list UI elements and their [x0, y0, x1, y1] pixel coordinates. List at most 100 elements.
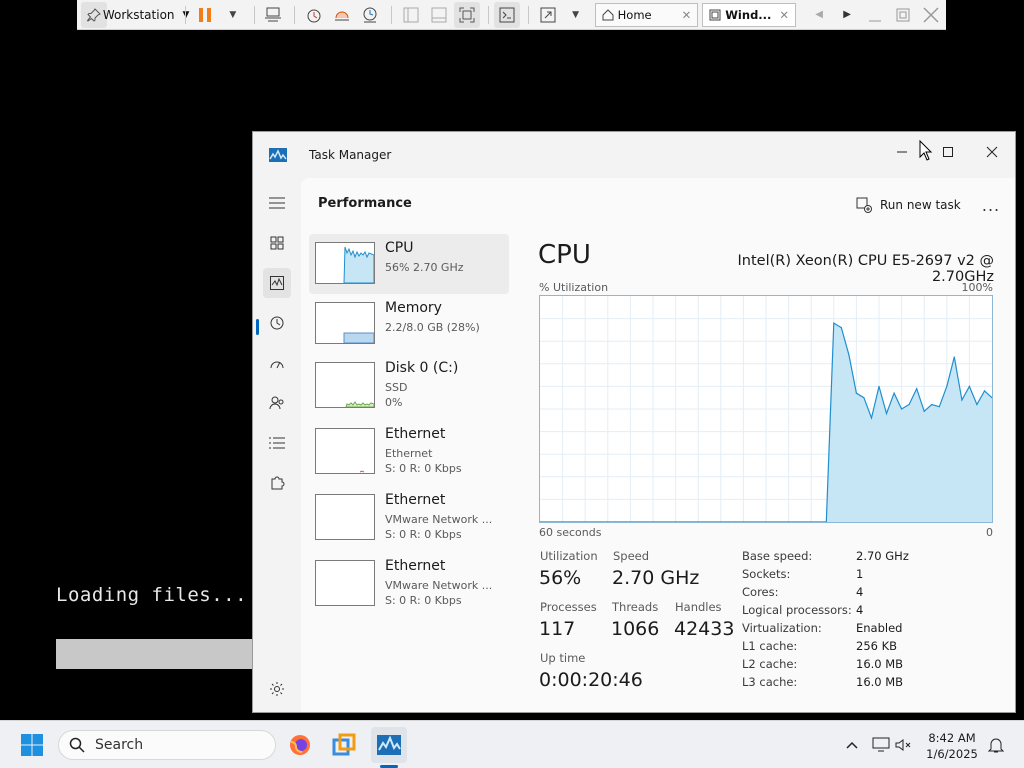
show-hidden-icons-button[interactable]: [834, 727, 870, 763]
details-list-icon: [269, 437, 285, 449]
restore-vmware-icon[interactable]: [890, 2, 916, 28]
tab-scroll-right-icon[interactable]: ▶: [834, 2, 860, 28]
detail-label: L3 cache:: [742, 675, 798, 689]
workstation-label: Workstation: [102, 7, 175, 22]
minimize-icon: [897, 151, 907, 153]
send-ctrl-alt-del-button[interactable]: [260, 2, 286, 28]
hamburger-menu-button[interactable]: [263, 188, 291, 218]
cpu-thumbnail-graph: [315, 242, 375, 284]
mouse-cursor-icon: [919, 140, 933, 161]
search-placeholder: Search: [95, 737, 144, 753]
full-screen-button[interactable]: [535, 2, 561, 28]
clock-time: 8:42 AM: [928, 731, 976, 745]
cpu-data-point: [863, 397, 865, 399]
taskbar-vmware[interactable]: [326, 727, 362, 763]
close-tab-icon[interactable]: ✕: [682, 8, 692, 22]
taskbar-task-manager[interactable]: [371, 727, 407, 763]
cpu-data-point: [953, 356, 955, 358]
run-task-icon: [856, 197, 872, 213]
cpu-data-point: [885, 412, 888, 415]
uptime-label: Up time: [540, 651, 586, 665]
tab-windows-vm[interactable]: Wind... ✕: [702, 2, 797, 27]
window-title: Task Manager: [309, 148, 392, 162]
chevron-up-icon: [846, 741, 858, 749]
nav-users[interactable]: [263, 388, 291, 418]
device-subtitle: VMware Network ...: [385, 579, 493, 592]
device-subtitle: 56% 2.70 GHz: [385, 261, 464, 274]
device-item-memory[interactable]: Memory 2.2/8.0 GB (28%): [309, 294, 509, 354]
cpu-data-point: [916, 388, 918, 390]
network-volume-tray[interactable]: [866, 727, 918, 763]
close-button[interactable]: [969, 138, 1015, 166]
more-options-button[interactable]: ...: [976, 192, 1006, 218]
detail-value: 1: [856, 567, 864, 581]
vmware-toolbar: Workstation ▼ ▼ ▼ Home ✕ Wind... ✕ ◀ ▶: [77, 0, 946, 30]
show-thumbnails-button[interactable]: [426, 2, 452, 28]
taskbar-search[interactable]: Search: [58, 730, 276, 760]
snapshot-manager-button[interactable]: [357, 2, 383, 28]
taskbar-firefox[interactable]: [282, 727, 318, 763]
power-menu-button[interactable]: ▼: [220, 2, 246, 28]
snapshot-button[interactable]: [301, 2, 327, 28]
pause-button[interactable]: [192, 2, 218, 28]
vmware-icon: [332, 733, 356, 756]
device-item-ethernet-1[interactable]: Ethernet Ethernet S: 0 R: 0 Kbps: [309, 420, 509, 480]
nav-services[interactable]: [263, 468, 291, 498]
device-name: Ethernet: [385, 492, 446, 508]
nav-processes[interactable]: [263, 228, 291, 258]
revert-snapshot-button[interactable]: [329, 2, 355, 28]
cpu-data-point: [938, 406, 940, 408]
nav-startup-apps[interactable]: [263, 348, 291, 378]
device-name: CPU: [385, 240, 414, 256]
cpu-data-point: [976, 403, 978, 406]
cpu-data-point: [961, 399, 963, 401]
performance-icon: [270, 276, 284, 290]
tab-scroll-left-icon[interactable]: ◀: [806, 2, 832, 28]
keyboard-icon: [265, 7, 282, 21]
vm-tab-icon: [709, 9, 721, 20]
system-clock[interactable]: 8:42 AM 1/6/2025: [920, 730, 984, 762]
device-subtitle: SSD: [385, 381, 408, 394]
network-icon: [872, 737, 890, 752]
device-item-cpu[interactable]: CPU 56% 2.70 GHz: [309, 234, 509, 294]
loading-progress-bar: [56, 639, 256, 669]
minimize-vmware-icon[interactable]: [862, 2, 888, 28]
device-item-disk[interactable]: Disk 0 (C:) SSD 0%: [309, 354, 509, 414]
notifications-button[interactable]: [984, 727, 1008, 763]
cpu-heading: CPU: [538, 240, 591, 270]
close-icon: [986, 146, 998, 158]
console-view-button[interactable]: [494, 1, 521, 28]
device-name: Disk 0 (C:): [385, 360, 459, 376]
processes-icon: [270, 236, 284, 250]
page-title: Performance: [318, 196, 412, 211]
run-new-task-button[interactable]: Run new task: [856, 192, 961, 218]
close-vmware-icon[interactable]: [918, 2, 944, 28]
search-icon: [69, 737, 85, 753]
workstation-menu[interactable]: Workstation ▼: [103, 2, 190, 28]
nav-settings[interactable]: [263, 674, 291, 704]
full-screen-menu-button[interactable]: ▼: [563, 2, 589, 28]
tab-home[interactable]: Home ✕: [594, 2, 699, 27]
close-tab-icon[interactable]: ✕: [779, 8, 789, 22]
maximize-icon: [943, 147, 953, 157]
console-icon: [499, 7, 515, 22]
nav-performance[interactable]: [263, 268, 291, 298]
nav-app-history[interactable]: [263, 308, 291, 338]
fit-guest-button[interactable]: [453, 1, 480, 28]
snapshot-icon: [307, 9, 321, 22]
cpu-data-point: [855, 392, 857, 394]
device-item-ethernet-2[interactable]: Ethernet VMware Network ... S: 0 R: 0 Kb…: [309, 486, 509, 546]
device-item-ethernet-3[interactable]: Ethernet VMware Network ... S: 0 R: 0 Kb…: [309, 552, 509, 612]
cpu-data-point: [968, 385, 970, 387]
graph-y-max-label: 100%: [961, 281, 993, 294]
cpu-data-point: [908, 403, 910, 406]
disk-thumbnail-graph: [315, 362, 375, 408]
nav-details[interactable]: [263, 428, 291, 458]
full-screen-icon: [540, 7, 556, 22]
show-library-button[interactable]: [398, 2, 424, 28]
thumbnail-bar-icon: [431, 7, 447, 22]
history-icon: [270, 316, 284, 330]
task-manager-window: Task Manager Performance Run new task ..…: [252, 131, 1016, 713]
title-bar[interactable]: Task Manager: [253, 132, 1015, 178]
start-button[interactable]: [14, 727, 50, 763]
